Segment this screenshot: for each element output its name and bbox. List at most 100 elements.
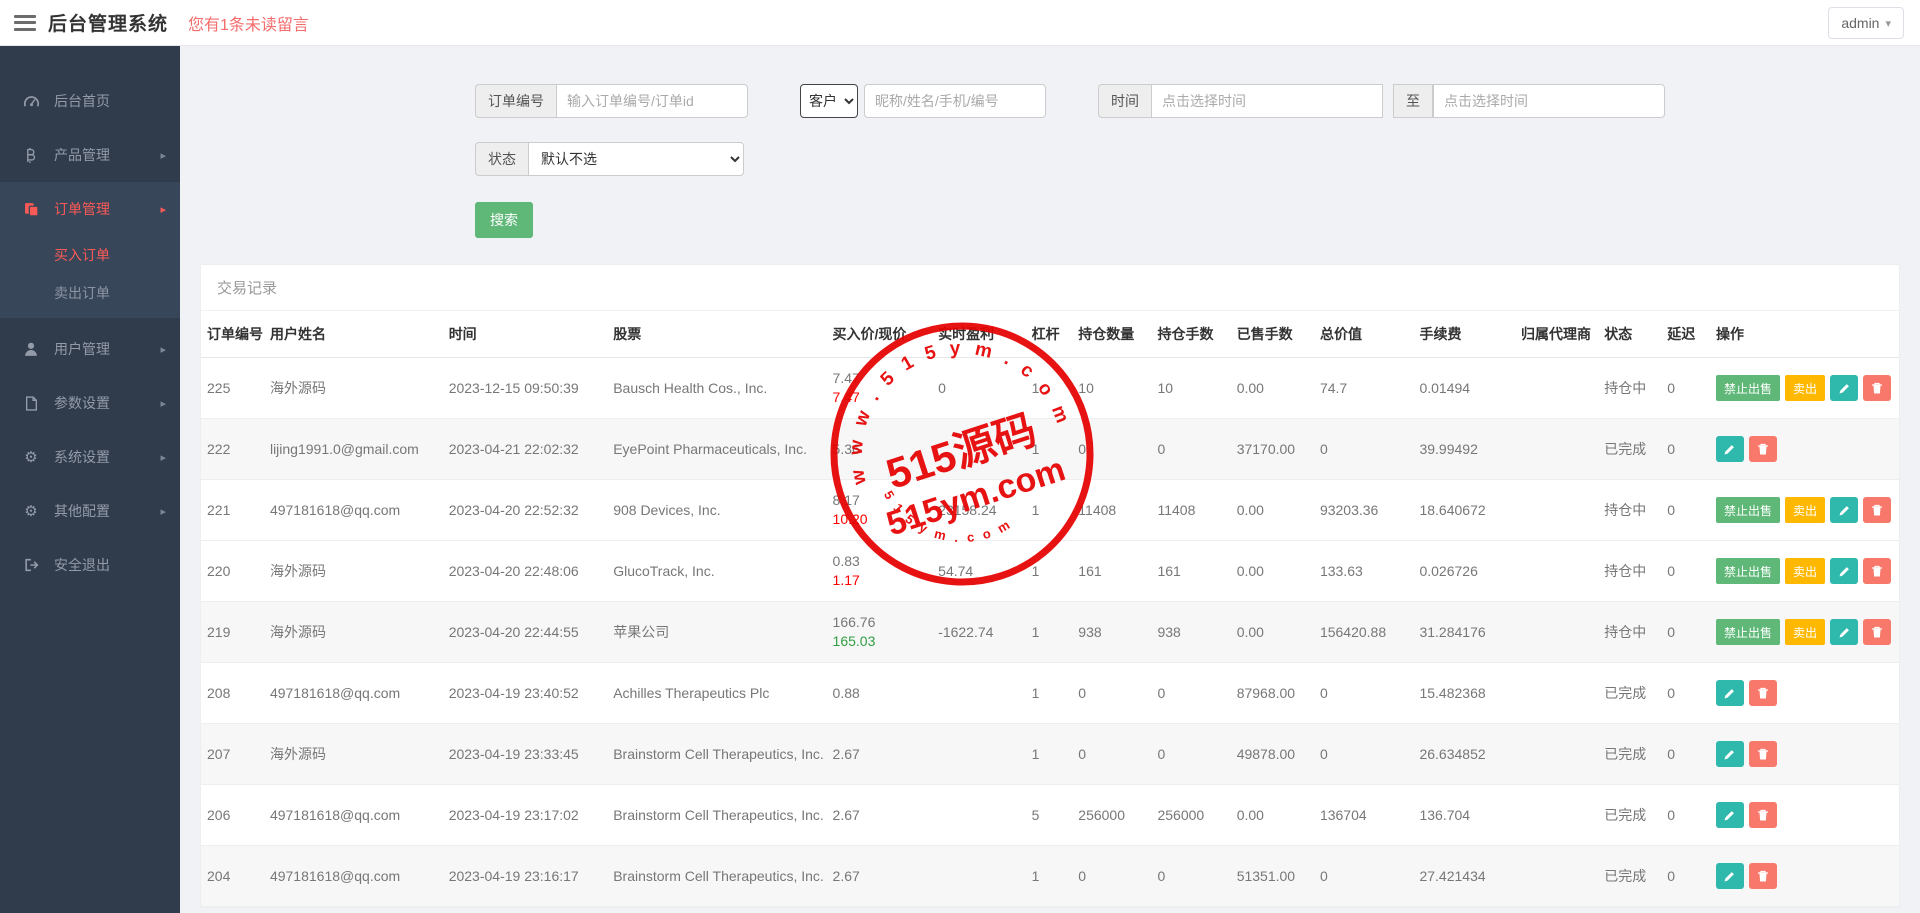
sidebar-item-其他配置[interactable]: ⚙其他配置▸ — [0, 484, 180, 538]
edit-button[interactable] — [1716, 741, 1744, 767]
pencil-icon — [1838, 565, 1851, 578]
cell-sold-lots: 0.00 — [1231, 602, 1314, 663]
cell-hold-lots: 938 — [1151, 602, 1230, 663]
cell-order-id: 222 — [201, 419, 264, 480]
sidebar-item-系统设置[interactable]: ⚙⁯系统设置▸ — [0, 430, 180, 484]
sidebar-item-用户管理[interactable]: 用户管理▸ — [0, 322, 180, 376]
cell-agent — [1515, 724, 1598, 785]
delete-button[interactable] — [1863, 619, 1891, 645]
delete-button[interactable] — [1863, 497, 1891, 523]
sidebar-item-label: 订单管理 — [54, 199, 110, 219]
edit-button[interactable] — [1830, 497, 1858, 523]
cell-realtime-profit — [932, 846, 1025, 907]
search-button[interactable]: 搜索 — [475, 202, 533, 238]
delete-button[interactable] — [1749, 680, 1777, 706]
edit-button[interactable] — [1830, 619, 1858, 645]
sidebar-item-参数设置[interactable]: 参数设置▸ — [0, 376, 180, 430]
sell-button[interactable]: 卖出 — [1785, 497, 1825, 523]
cell-fee: 136.704 — [1413, 785, 1515, 846]
forbid-sell-button[interactable]: 禁止出售 — [1716, 497, 1780, 523]
edit-button[interactable] — [1716, 802, 1744, 828]
cell-realtime-profit — [932, 419, 1025, 480]
cell-leverage: 1 — [1026, 846, 1073, 907]
edit-button[interactable] — [1716, 863, 1744, 889]
sidebar-item-label: 其他配置 — [54, 501, 110, 521]
cell-realtime-profit: 54.74 — [932, 541, 1025, 602]
sidebar-item-订单管理[interactable]: 订单管理▸ — [0, 182, 180, 236]
sidebar-item-后台首页[interactable]: 后台首页 — [0, 74, 180, 128]
forbid-sell-button[interactable]: 禁止出售 — [1716, 375, 1780, 401]
delete-button[interactable] — [1749, 436, 1777, 462]
cell-fee: 26.634852 — [1413, 724, 1515, 785]
table-row: 207海外源码2023-04-19 23:33:45Brainstorm Cel… — [201, 724, 1899, 785]
trash-icon — [1871, 626, 1883, 639]
cell-total-value: 156420.88 — [1314, 602, 1414, 663]
cell-user-name: lijing1991.0@gmail.com — [264, 419, 443, 480]
delete-button[interactable] — [1863, 558, 1891, 584]
delete-button[interactable] — [1749, 863, 1777, 889]
sidebar-subitem-卖出订单[interactable]: 卖出订单 — [0, 274, 180, 312]
cell-realtime-profit: 0 — [932, 358, 1025, 419]
forbid-sell-button[interactable]: 禁止出售 — [1716, 619, 1780, 645]
cell-stock: GlucoTrack, Inc. — [607, 541, 826, 602]
edit-button[interactable] — [1830, 375, 1858, 401]
admin-username: admin — [1841, 15, 1879, 31]
time-end-input[interactable] — [1433, 84, 1665, 118]
user-icon — [22, 341, 40, 357]
filter-form: 订单编号 客户 时间 至 状态 默认不选 搜索 — [475, 84, 1625, 238]
cell-operations: 禁止出售卖出 — [1710, 602, 1899, 663]
delete-button[interactable] — [1749, 802, 1777, 828]
cell-stock: EyePoint Pharmaceuticals, Inc. — [607, 419, 826, 480]
status-select[interactable]: 默认不选 — [528, 142, 744, 176]
customer-input[interactable] — [864, 84, 1046, 118]
cell-hold-quantity: 0 — [1072, 724, 1151, 785]
forbid-sell-button[interactable]: 禁止出售 — [1716, 558, 1780, 584]
cell-time: 2023-04-20 22:48:06 — [443, 541, 608, 602]
sidebar-item-产品管理[interactable]: 产品管理▸ — [0, 128, 180, 182]
customer-type-select[interactable]: 客户 — [800, 84, 858, 118]
panel-title: 交易记录 — [201, 265, 1899, 311]
order-no-input[interactable] — [556, 84, 748, 118]
trash-icon — [1757, 443, 1769, 456]
pencil-icon — [1723, 809, 1736, 822]
cell-user-name: 海外源码 — [264, 602, 443, 663]
table-row: 225海外源码2023-12-15 09:50:39Bausch Health … — [201, 358, 1899, 419]
unread-message-notice[interactable]: 您有1条未读留言 — [188, 11, 309, 35]
edit-button[interactable] — [1716, 436, 1744, 462]
cell-buy-current-price: 0.88 — [827, 663, 933, 724]
time-start-input[interactable] — [1151, 84, 1383, 118]
cell-hold-lots: 10 — [1151, 358, 1230, 419]
cell-hold-quantity: 11408 — [1072, 480, 1151, 541]
cell-time: 2023-04-20 22:44:55 — [443, 602, 608, 663]
chevron-right-icon: ▸ — [160, 149, 166, 162]
pencil-icon — [1838, 626, 1851, 639]
orders-table: 订单编号用户姓名时间股票买入价/现价实时盈利杠杆持仓数量持仓手数已售手数总价值手… — [201, 311, 1899, 907]
cell-sold-lots: 49878.00 — [1231, 724, 1314, 785]
table-row: 219海外源码2023-04-20 22:44:55苹果公司166.76165.… — [201, 602, 1899, 663]
cell-hold-quantity: 256000 — [1072, 785, 1151, 846]
sidebar-subitem-买入订单[interactable]: 买入订单 — [0, 236, 180, 274]
menu-toggle-icon[interactable] — [14, 15, 36, 31]
cell-stock: Brainstorm Cell Therapeutics, Inc. — [607, 785, 826, 846]
edit-button[interactable] — [1830, 558, 1858, 584]
cell-user-name: 海外源码 — [264, 724, 443, 785]
admin-dropdown[interactable]: admin ▾ — [1828, 7, 1904, 39]
buy-price: 7.47 — [833, 369, 927, 388]
edit-button[interactable] — [1716, 680, 1744, 706]
order-no-label: 订单编号 — [475, 84, 556, 118]
sidebar-item-安全退出[interactable]: 安全退出 — [0, 538, 180, 592]
sell-button[interactable]: 卖出 — [1785, 375, 1825, 401]
cell-stock: Brainstorm Cell Therapeutics, Inc. — [607, 724, 826, 785]
cell-agent — [1515, 358, 1598, 419]
sell-button[interactable]: 卖出 — [1785, 619, 1825, 645]
cell-buy-current-price: 2.67 — [827, 785, 933, 846]
current-price: 10.20 — [833, 510, 927, 529]
delete-button[interactable] — [1749, 741, 1777, 767]
trash-icon — [1757, 870, 1769, 883]
cell-agent — [1515, 419, 1598, 480]
cell-delay: 0 — [1661, 541, 1710, 602]
sell-button[interactable]: 卖出 — [1785, 558, 1825, 584]
delete-button[interactable] — [1863, 375, 1891, 401]
cell-sold-lots: 0.00 — [1231, 541, 1314, 602]
pencil-icon — [1723, 687, 1736, 700]
